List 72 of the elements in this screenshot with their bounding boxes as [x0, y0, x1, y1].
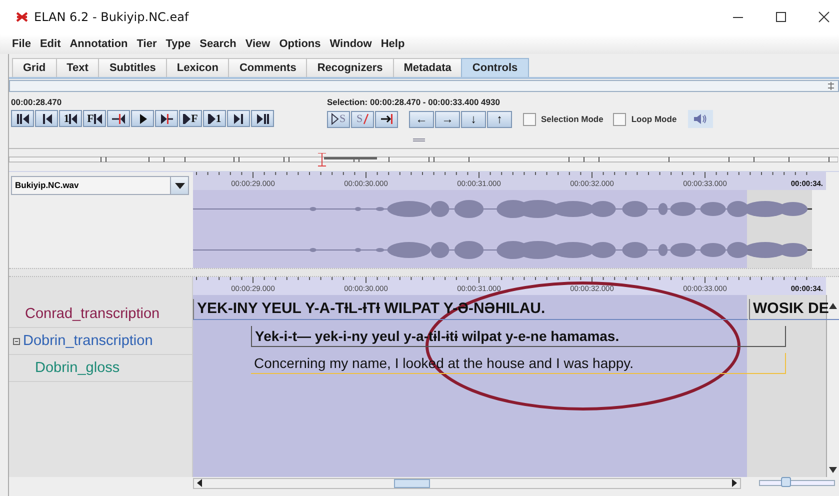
transport-button[interactable]: 1: [203, 110, 226, 127]
transport-button[interactable]: [227, 110, 250, 127]
tab[interactable]: Text: [56, 58, 100, 77]
transport-button[interactable]: [11, 110, 34, 127]
selection-info: Selection: 00:00:28.470 - 00:00:33.400 4930: [327, 96, 501, 109]
transport-button[interactable]: F: [179, 110, 202, 127]
arrow-button[interactable]: ↑: [487, 110, 512, 128]
menu-item[interactable]: Annotation: [70, 38, 128, 50]
tab[interactable]: Recognizers: [306, 58, 394, 77]
scroll-up-icon[interactable]: [829, 303, 837, 309]
play-icon: [138, 112, 148, 124]
step-back-icon: [112, 112, 126, 124]
transport-button[interactable]: [251, 110, 274, 127]
menu-item[interactable]: Edit: [40, 38, 61, 50]
overview-timeline[interactable]: [9, 153, 838, 167]
arrow-to-line-icon: [380, 113, 394, 125]
tab[interactable]: Grid: [12, 58, 57, 77]
scroll-right-icon[interactable]: [732, 479, 737, 487]
skip-to-start-icon: [16, 112, 30, 124]
tab[interactable]: Comments: [228, 58, 308, 77]
step-forward-icon: [232, 112, 244, 124]
tab[interactable]: Controls: [461, 58, 529, 77]
menu-item[interactable]: Type: [166, 38, 191, 50]
checkbox[interactable]: [523, 112, 536, 126]
transport-button[interactable]: [35, 110, 58, 127]
checkbox-label: Loop Mode: [631, 114, 677, 124]
menu-item[interactable]: Window: [330, 38, 372, 50]
volume-button[interactable]: [688, 110, 713, 128]
slash-icon: [362, 113, 369, 125]
step-back-icon: [40, 112, 52, 124]
maximize-icon[interactable]: [775, 11, 787, 23]
arrow-button[interactable]: ←: [409, 110, 434, 128]
app-logo-icon: [16, 12, 28, 22]
transport-button[interactable]: [155, 110, 178, 127]
menu-item[interactable]: View: [245, 38, 270, 50]
menu-item[interactable]: Options: [279, 38, 321, 50]
selection-button[interactable]: [375, 110, 398, 128]
tier-name[interactable]: Conrad_transcription: [25, 306, 160, 322]
dropdown-arrow-icon: [174, 182, 184, 188]
tab[interactable]: Subtitles: [98, 58, 167, 77]
transport-button[interactable]: [131, 110, 154, 127]
transport-button[interactable]: 1: [59, 110, 82, 127]
tab[interactable]: Metadata: [392, 58, 462, 77]
transport-button[interactable]: [107, 110, 130, 127]
speaker-icon: [693, 113, 708, 125]
horizontal-scrollbar[interactable]: [193, 478, 741, 488]
tab[interactable]: Lexicon: [166, 58, 230, 77]
checkbox-label: Selection Mode: [541, 114, 604, 124]
close-icon[interactable]: [818, 11, 830, 23]
zoom-slider[interactable]: [759, 480, 835, 486]
scroll-thumb[interactable]: [394, 478, 430, 488]
scroll-down-icon[interactable]: [829, 467, 837, 473]
resize-icon[interactable]: [826, 81, 836, 91]
scroll-left-icon[interactable]: [197, 479, 202, 487]
splitter-handle-icon[interactable]: [413, 138, 425, 142]
play-outline-icon: [331, 113, 340, 125]
media-dropdown[interactable]: Bukiyip.NC.wav: [11, 176, 189, 195]
skip-to-end-icon: [256, 112, 270, 124]
slider-thumb[interactable]: [780, 477, 791, 487]
menu-item[interactable]: File: [12, 38, 31, 50]
window-title: ELAN 6.2 - Bukiyip.NC.eaf: [34, 10, 189, 24]
tier-name[interactable]: Dobrin_transcription: [23, 333, 153, 349]
transport-button[interactable]: F: [83, 110, 106, 127]
play-icon: [160, 112, 174, 124]
media-time: 00:00:28.470: [11, 96, 63, 109]
collapse-icon[interactable]: [13, 338, 20, 344]
arrow-button[interactable]: ↓: [461, 110, 486, 128]
menu-item[interactable]: Search: [200, 38, 236, 50]
menu-item[interactable]: Tier: [136, 38, 157, 50]
checkbox[interactable]: [613, 112, 626, 126]
menu-item[interactable]: Help: [380, 38, 405, 50]
arrow-button[interactable]: →: [435, 110, 460, 128]
